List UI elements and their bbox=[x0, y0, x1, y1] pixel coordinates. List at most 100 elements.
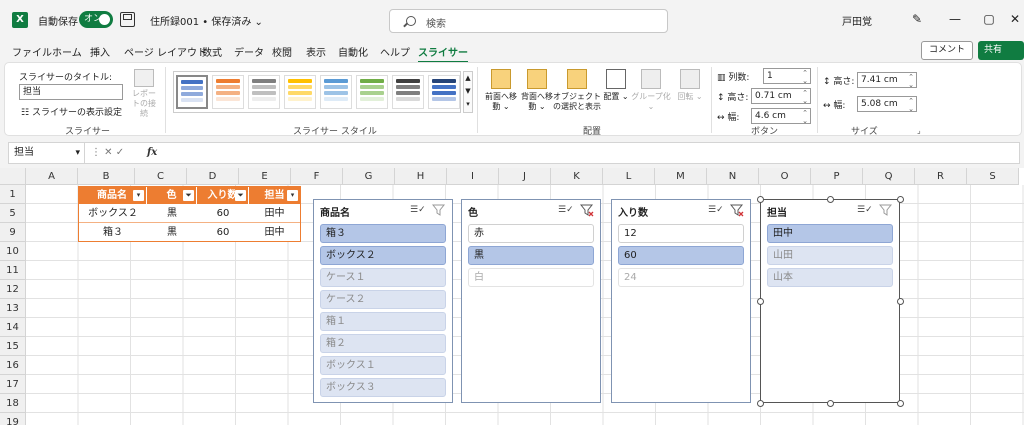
slicer-panel[interactable]: 商品名 ☰✓ 箱３ ボックス２ ケース１ ケース２ 箱１ 箱２ ボックス１ ボックス３ bbox=[313, 199, 453, 403]
search-input[interactable]: 検索 bbox=[389, 9, 668, 33]
slicer-style-option[interactable] bbox=[284, 75, 316, 109]
tab-slicer[interactable]: スライサー bbox=[418, 44, 468, 63]
slicer-item[interactable]: 山田 bbox=[767, 246, 893, 265]
share-button[interactable]: 共有 bbox=[978, 41, 1024, 60]
column-header-s[interactable]: S bbox=[967, 168, 1019, 185]
multi-select-icon[interactable]: ☰✓ bbox=[857, 204, 873, 216]
slicer-item[interactable]: 箱１ bbox=[320, 312, 446, 331]
slicer-item[interactable]: ボックス２ bbox=[320, 246, 446, 265]
row-header-16[interactable]: 16 bbox=[0, 356, 26, 375]
slicer-panel[interactable]: 担当 ☰✓ 田中 山田 山本 bbox=[760, 199, 900, 403]
resize-handle[interactable] bbox=[757, 298, 764, 305]
slicer-item[interactable]: ボックス１ bbox=[320, 356, 446, 375]
slicer-height-input[interactable]: 7.41 cm bbox=[857, 72, 917, 89]
slicer-style-option[interactable] bbox=[212, 75, 244, 109]
multi-select-icon[interactable]: ☰✓ bbox=[558, 204, 574, 216]
slicer-item[interactable]: 白 bbox=[468, 268, 594, 287]
slicer-item[interactable]: 24 bbox=[618, 268, 744, 287]
table-cell[interactable]: 60 bbox=[197, 204, 249, 223]
select-all-corner[interactable] bbox=[0, 168, 26, 185]
column-header-k[interactable]: K bbox=[551, 168, 603, 185]
button-width-input[interactable]: 4.6 cm bbox=[751, 108, 811, 125]
column-header-f[interactable]: F bbox=[291, 168, 343, 185]
table-header-color[interactable]: 色 ⏷ bbox=[147, 186, 197, 205]
row-header-19[interactable]: 19 bbox=[0, 413, 26, 425]
filter-applied-icon[interactable]: ⏷ bbox=[235, 190, 246, 201]
clear-filter-icon[interactable] bbox=[729, 203, 744, 217]
minimize-button[interactable]: — bbox=[946, 10, 964, 28]
slicer-item[interactable]: 12 bbox=[618, 224, 744, 243]
tab-insert[interactable]: 挿入 bbox=[90, 44, 110, 59]
tab-help[interactable]: ヘルプ bbox=[380, 44, 410, 59]
filter-dropdown-icon[interactable]: ▾ bbox=[287, 190, 298, 201]
row-header-17[interactable]: 17 bbox=[0, 375, 26, 394]
row-header-18[interactable]: 18 bbox=[0, 394, 26, 413]
slicer-item[interactable]: 山本 bbox=[767, 268, 893, 287]
resize-handle[interactable] bbox=[757, 196, 764, 203]
slicer-item[interactable]: ボックス３ bbox=[320, 378, 446, 397]
column-header-d[interactable]: D bbox=[187, 168, 239, 185]
tab-view[interactable]: 表示 bbox=[306, 44, 326, 59]
table-header-product[interactable]: 商品名 ▾ bbox=[78, 186, 147, 205]
clear-filter-icon[interactable] bbox=[431, 203, 446, 217]
table-header-owner[interactable]: 担当 ▾ bbox=[249, 186, 301, 205]
column-header-h[interactable]: H bbox=[395, 168, 447, 185]
column-header-e[interactable]: E bbox=[239, 168, 291, 185]
tab-review[interactable]: 校閲 bbox=[272, 44, 292, 59]
user-name[interactable]: 戸田覚 bbox=[842, 13, 872, 28]
table-cell[interactable]: ボックス２ bbox=[79, 204, 147, 223]
maximize-button[interactable]: ▢ bbox=[980, 10, 998, 28]
slicer-item[interactable]: 60 bbox=[618, 246, 744, 265]
column-header-a[interactable]: A bbox=[26, 168, 78, 185]
slicer-style-option[interactable] bbox=[392, 75, 424, 109]
column-header-p[interactable]: P bbox=[811, 168, 863, 185]
slicer-item[interactable]: 赤 bbox=[468, 224, 594, 243]
clear-filter-icon[interactable] bbox=[579, 203, 594, 217]
column-header-o[interactable]: O bbox=[759, 168, 811, 185]
slicer-width-input[interactable]: 5.08 cm bbox=[857, 96, 917, 113]
filter-dropdown-icon[interactable]: ▾ bbox=[133, 190, 144, 201]
button-columns-input[interactable]: 1 bbox=[763, 68, 811, 85]
slicer-style-option[interactable] bbox=[320, 75, 352, 109]
column-header-b[interactable]: B bbox=[78, 168, 135, 185]
slicer-style-option[interactable] bbox=[356, 75, 388, 109]
table-cell[interactable]: 田中 bbox=[249, 204, 300, 223]
column-header-q[interactable]: Q bbox=[863, 168, 915, 185]
tab-automate[interactable]: 自動化 bbox=[338, 44, 368, 59]
slicer-item[interactable]: ケース２ bbox=[320, 290, 446, 309]
file-name[interactable]: 住所録001 • 保存済み ⌄ bbox=[150, 13, 263, 28]
table-cell[interactable]: 60 bbox=[197, 223, 249, 242]
resize-handle[interactable] bbox=[897, 196, 904, 203]
row-header-12[interactable]: 12 bbox=[0, 280, 26, 299]
slicer-caption-input[interactable]: 担当 bbox=[19, 84, 123, 100]
tab-data[interactable]: データ bbox=[234, 44, 264, 59]
tab-page-layout[interactable]: ページ レイアウト bbox=[124, 44, 207, 59]
slicer-style-option[interactable] bbox=[428, 75, 460, 109]
row-header-13[interactable]: 13 bbox=[0, 299, 26, 318]
resize-handle[interactable] bbox=[827, 400, 834, 407]
comment-button[interactable]: コメント bbox=[921, 41, 973, 60]
row-header-10[interactable]: 10 bbox=[0, 242, 26, 261]
table-cell[interactable]: 黒 bbox=[147, 204, 197, 223]
button-height-input[interactable]: 0.71 cm bbox=[751, 88, 811, 105]
slicer-panel[interactable]: 入り数 ☰✓ 12 60 24 bbox=[611, 199, 751, 403]
slicer-style-option[interactable] bbox=[248, 75, 280, 109]
slicer-panel[interactable]: 色 ☰✓ 赤黒白 bbox=[461, 199, 601, 403]
column-header-m[interactable]: M bbox=[655, 168, 707, 185]
autosave-toggle[interactable]: オン bbox=[79, 11, 113, 28]
align-button[interactable]: 配置 ⌄ bbox=[601, 69, 631, 102]
bring-forward-button[interactable]: 前面へ移動 ⌄ bbox=[483, 69, 519, 112]
slicer-item[interactable]: 黒 bbox=[468, 246, 594, 265]
resize-handle[interactable] bbox=[757, 400, 764, 407]
tab-formulas[interactable]: 数式 bbox=[202, 44, 222, 59]
save-icon[interactable] bbox=[120, 12, 135, 27]
resize-handle[interactable] bbox=[897, 298, 904, 305]
multi-select-icon[interactable]: ☰✓ bbox=[410, 204, 426, 216]
column-header-l[interactable]: L bbox=[603, 168, 655, 185]
selection-pane-button[interactable]: オブジェクトの選択と表示 bbox=[553, 69, 601, 112]
clear-filter-icon[interactable] bbox=[878, 203, 893, 217]
table-cell[interactable]: 田中 bbox=[249, 223, 300, 242]
filter-applied-icon[interactable]: ⏷ bbox=[183, 190, 194, 201]
column-header-c[interactable]: C bbox=[135, 168, 187, 185]
multi-select-icon[interactable]: ☰✓ bbox=[708, 204, 724, 216]
